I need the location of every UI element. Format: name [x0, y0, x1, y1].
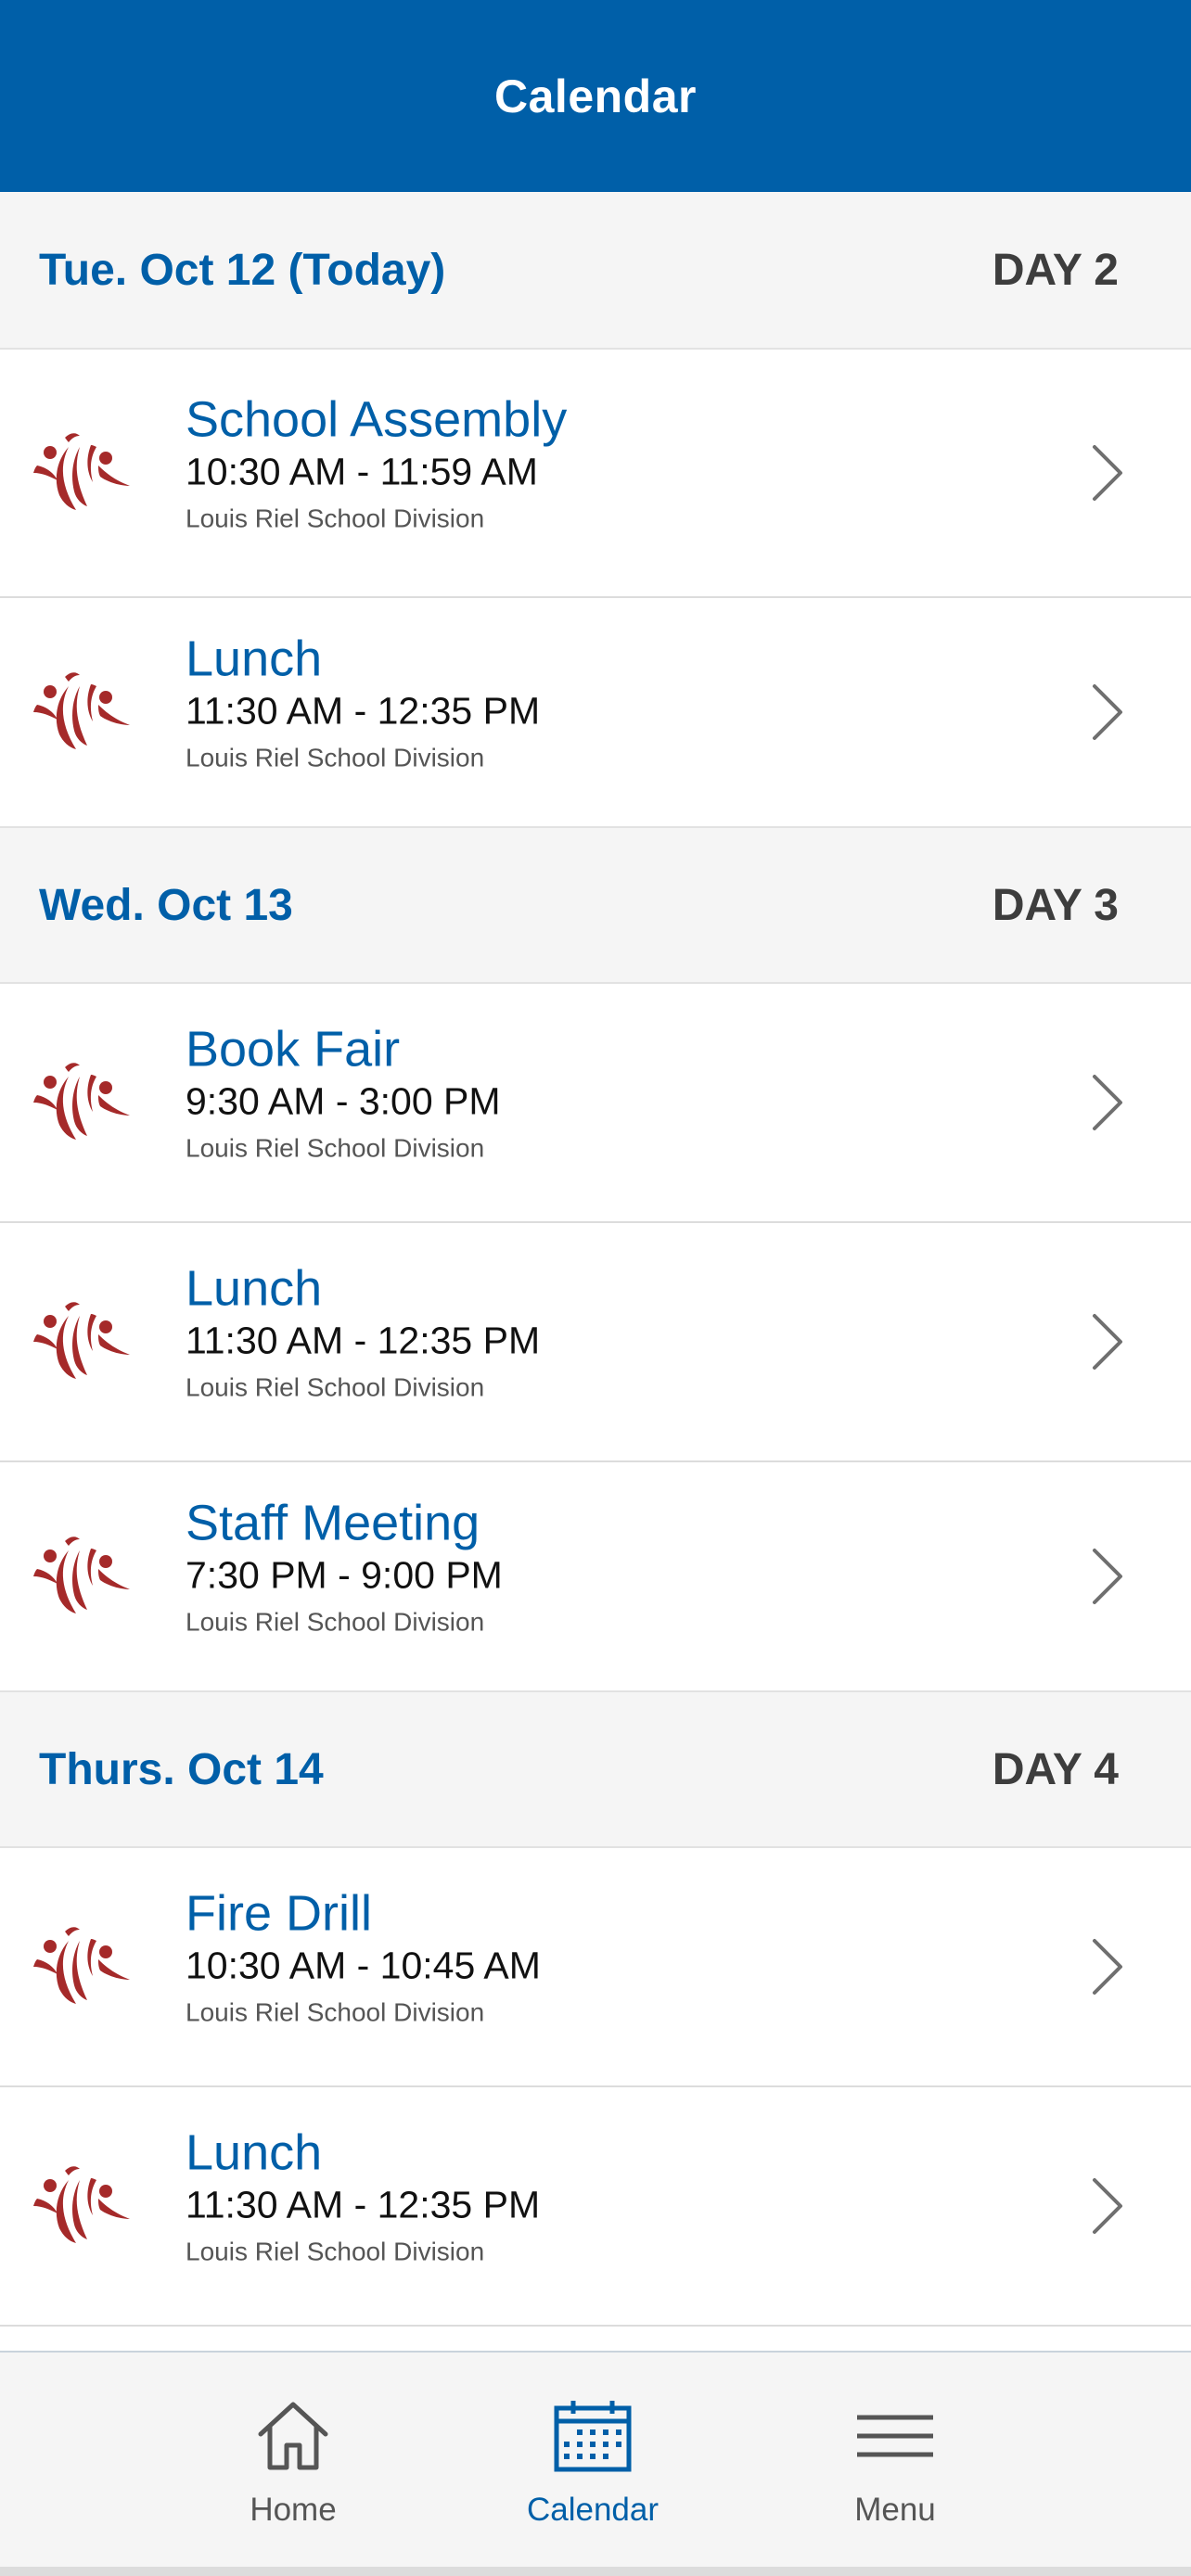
day-date: Thurs. Oct 14	[39, 1744, 324, 1794]
event-row[interactable]: Book Fair 9:30 AM - 3:00 PM Louis Riel S…	[0, 984, 1191, 1223]
event-time: 11:30 AM - 12:35 PM	[186, 2183, 541, 2226]
chevron-right-icon	[1093, 684, 1122, 740]
event-time: 9:30 AM - 3:00 PM	[186, 1079, 501, 1123]
calendar-icon	[554, 2401, 632, 2472]
event-title: Fire Drill	[186, 1885, 372, 1942]
event-row[interactable]: Lunch 11:30 AM - 12:35 PM Louis Riel Sch…	[0, 2087, 1191, 2327]
tab-home-label: Home	[250, 2492, 337, 2528]
bottom-tab-bar: Home Calendar Menu	[0, 2351, 1191, 2576]
tab-calendar[interactable]: Calendar	[500, 2353, 685, 2538]
event-time: 10:30 AM - 11:59 AM	[186, 450, 538, 493]
event-row[interactable]: Staff Meeting 7:30 PM - 9:00 PM Louis Ri…	[0, 1462, 1191, 1690]
event-organization: Louis Riel School Division	[186, 1133, 485, 1163]
louis-riel-logo	[33, 672, 130, 749]
chevron-right-icon	[1093, 1939, 1122, 1995]
event-organization: Louis Riel School Division	[186, 743, 485, 772]
day-section-header: Thurs. Oct 14 DAY 4	[0, 1690, 1191, 1848]
tab-calendar-label: Calendar	[526, 2492, 660, 2528]
event-title: Book Fair	[186, 1021, 401, 1078]
page-title: Calendar	[494, 70, 697, 122]
event-organization: Louis Riel School Division	[186, 1372, 485, 1402]
event-time: 10:30 AM - 10:45 AM	[186, 1944, 541, 1987]
louis-riel-logo	[33, 1927, 130, 2004]
event-row[interactable]: School Assembly 10:30 AM - 11:59 AM Loui…	[0, 350, 1191, 598]
event-title: Lunch	[186, 631, 323, 687]
event-time: 11:30 AM - 12:35 PM	[186, 1319, 541, 1362]
school-day-label: DAY 4	[992, 1744, 1119, 1794]
home-icon	[258, 2402, 328, 2470]
event-title: Lunch	[186, 1260, 323, 1317]
event-row[interactable]: Fire Drill 10:30 AM - 10:45 AM Louis Rie…	[0, 1848, 1191, 2087]
event-time: 11:30 AM - 12:35 PM	[186, 689, 541, 733]
calendar-event-list[interactable]: Tue. Oct 12 (Today) DAY 2 School Assembl…	[0, 192, 1191, 2351]
home-indicator	[0, 2567, 1191, 2576]
louis-riel-logo	[33, 1302, 130, 1379]
school-day-label: DAY 3	[992, 880, 1119, 930]
tab-menu-label: Menu	[854, 2492, 936, 2528]
louis-riel-logo	[33, 2166, 130, 2243]
event-title: Staff Meeting	[186, 1495, 480, 1551]
event-row[interactable]: Lunch 11:30 AM - 12:35 PM Louis Riel Sch…	[0, 1223, 1191, 1462]
chevron-right-icon	[1093, 445, 1122, 501]
event-organization: Louis Riel School Division	[186, 2237, 485, 2266]
day-date: Wed. Oct 13	[39, 880, 293, 930]
louis-riel-logo	[33, 433, 130, 510]
app-header: Calendar	[0, 0, 1191, 192]
event-title: Lunch	[186, 2124, 323, 2181]
day-section-header: Wed. Oct 13 DAY 3	[0, 826, 1191, 984]
event-organization: Louis Riel School Division	[186, 1607, 485, 1637]
event-time: 7:30 PM - 9:00 PM	[186, 1553, 503, 1597]
day-date: Tue. Oct 12 (Today)	[39, 245, 446, 295]
event-organization: Louis Riel School Division	[186, 504, 485, 533]
tab-menu[interactable]: Menu	[802, 2353, 988, 2538]
tab-home[interactable]: Home	[200, 2353, 386, 2538]
event-title: School Assembly	[186, 391, 568, 448]
day-section-header: Tue. Oct 12 (Today) DAY 2	[0, 192, 1191, 350]
louis-riel-logo	[33, 1537, 130, 1613]
hamburger-menu-icon	[857, 2415, 933, 2457]
chevron-right-icon	[1093, 1549, 1122, 1604]
chevron-right-icon	[1093, 1075, 1122, 1130]
chevron-right-icon	[1093, 1314, 1122, 1370]
louis-riel-logo	[33, 1063, 130, 1140]
chevron-right-icon	[1093, 2178, 1122, 2234]
school-day-label: DAY 2	[992, 245, 1119, 295]
event-organization: Louis Riel School Division	[186, 1997, 485, 2027]
event-row[interactable]: Lunch 11:30 AM - 12:35 PM Louis Riel Sch…	[0, 598, 1191, 826]
